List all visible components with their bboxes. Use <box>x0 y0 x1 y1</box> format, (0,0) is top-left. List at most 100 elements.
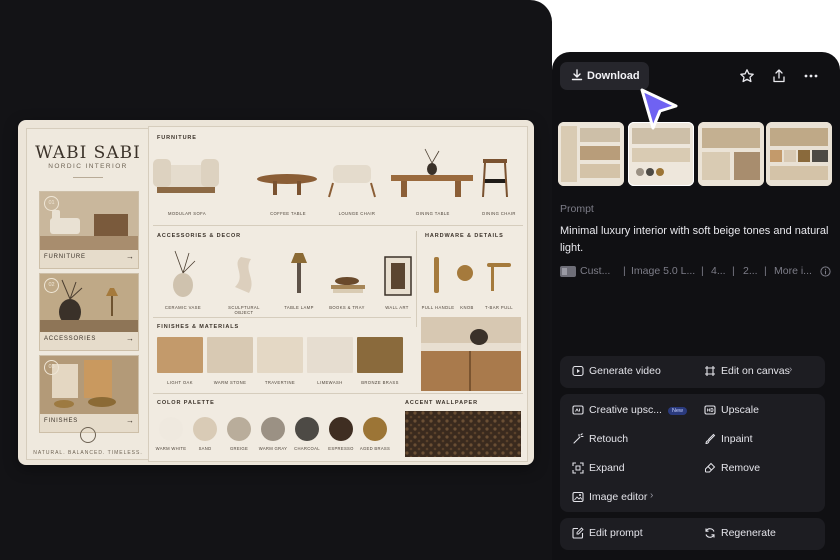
arrow-right-icon: → <box>126 416 134 425</box>
meta-divider: | <box>701 265 704 277</box>
inpaint-brush-icon <box>705 433 716 445</box>
palette-dot <box>193 417 217 441</box>
palette-dot <box>363 417 387 441</box>
action-group-prompt: Edit prompt Regenerate <box>560 518 825 550</box>
card-number: 03 <box>44 360 59 375</box>
board-title: WABI SABI <box>35 143 141 163</box>
remove-label: Remove <box>721 462 761 474</box>
image-editor-label: Image editor <box>589 491 648 503</box>
generation-meta: Cust... | Image 5.0 L... | 4... | 2... |… <box>560 265 832 279</box>
furniture-caption: LOUNGE CHAIR <box>338 211 376 216</box>
section-accessories: ACCESSORIES & DECOR <box>157 233 242 239</box>
board-card-furniture: 01 FURNITURE → <box>39 191 139 269</box>
expand-icon <box>572 462 584 474</box>
arrow-right-icon: → <box>126 252 134 261</box>
regenerate-icon <box>705 528 715 538</box>
variation-thumbnails <box>558 122 838 188</box>
section-furniture: FURNITURE <box>157 135 197 141</box>
download-icon <box>571 69 583 81</box>
download-label: Download <box>587 70 640 82</box>
prompt-text[interactable]: Minimal luxury interior with soft beige … <box>560 223 832 257</box>
card-number: 02 <box>44 278 59 293</box>
finish-swatch <box>357 337 403 373</box>
thumbnail[interactable] <box>766 122 832 186</box>
board-subtitle: NORDIC INTERIOR <box>48 163 128 170</box>
finish-caption: LIMEWASH <box>317 380 343 385</box>
card-number: 01 <box>44 196 59 211</box>
board-sidebar: WABI SABI NORDIC INTERIOR 01 FURNITURE → <box>26 128 150 460</box>
hardware-caption: T-BAR PULL <box>485 305 513 310</box>
board-tagline: NATURAL. BALANCED. TIMELESS. <box>33 450 143 456</box>
divider <box>153 225 523 226</box>
inpaint-label: Inpaint <box>721 433 753 445</box>
section-hardware: HARDWARE & DETAILS <box>425 233 504 239</box>
finish-caption: WARM STONE <box>213 380 247 385</box>
board-main: FURNITURE MODULAR SOFA COFFEE TABLE LOUN… <box>148 126 528 462</box>
section-finishes: FINISHES & MATERIALS <box>157 324 240 330</box>
meta-divider: | <box>623 265 626 277</box>
meta-size[interactable]: 2... <box>743 265 758 277</box>
edit-prompt-icon <box>572 527 584 539</box>
share-icon[interactable] <box>771 68 787 84</box>
finish-swatch <box>207 337 253 373</box>
accessory-caption: BOOKS & TRAY <box>329 305 365 310</box>
retouch-wand-icon <box>573 433 584 444</box>
thumbnail-preview <box>766 122 832 186</box>
info-icon[interactable] <box>820 266 831 277</box>
thumbnail-preview <box>698 122 764 186</box>
brand-emblem-icon <box>80 427 96 443</box>
expand-label: Expand <box>589 462 625 474</box>
finish-caption: TRAVERTINE <box>264 380 296 385</box>
generate-video-label: Generate video <box>589 365 661 377</box>
accessory-caption: TABLE LAMP <box>284 305 314 310</box>
canvas-icon <box>705 366 715 376</box>
divider <box>153 393 523 394</box>
action-group-video: Generate video Edit on canvas › <box>560 356 825 388</box>
more-options-icon[interactable] <box>803 68 819 84</box>
section-palette: COLOR PALETTE <box>157 400 215 406</box>
meta-more-info[interactable]: More i... <box>774 265 812 277</box>
creative-upscale-icon <box>572 405 584 415</box>
meta-model[interactable]: Image 5.0 L... <box>631 265 695 277</box>
prompt-label: Prompt <box>560 203 594 215</box>
palette-dot <box>159 417 183 441</box>
finish-swatch <box>157 337 203 373</box>
meta-style[interactable]: Cust... <box>580 265 610 277</box>
hd-icon <box>704 405 716 415</box>
arrow-right-icon: → <box>126 334 134 343</box>
accessory-caption: SCULPTURAL OBJECT <box>228 305 260 315</box>
upscale-label: Upscale <box>721 404 759 416</box>
edit-prompt-label: Edit prompt <box>589 527 643 539</box>
meta-divider: | <box>764 265 767 277</box>
chevron-right-icon: › <box>650 490 654 501</box>
image-editor-icon <box>572 491 584 503</box>
card-label: FURNITURE <box>44 254 86 260</box>
kitchen-photo <box>421 317 521 391</box>
furniture-caption: COFFEE TABLE <box>270 211 306 216</box>
image-details-panel: Download Prompt Minimal luxury interior … <box>552 52 840 560</box>
palette-caption: AGED BRASS <box>359 446 391 451</box>
palette-dot <box>261 417 285 441</box>
furniture-illustrations <box>153 148 508 198</box>
thumbnail[interactable] <box>558 122 624 186</box>
board-card-finishes: 03 FINISHES → <box>39 355 139 433</box>
mood-board-image[interactable]: WABI SABI NORDIC INTERIOR 01 FURNITURE → <box>18 120 534 465</box>
furniture-caption: MODULAR SOFA <box>167 211 207 216</box>
finish-swatch <box>307 337 353 373</box>
regenerate-label: Regenerate <box>721 527 776 539</box>
edit-on-canvas-label: Edit on canvas <box>721 365 790 377</box>
thumbnail[interactable] <box>698 122 764 186</box>
new-badge: New <box>668 407 688 415</box>
retouch-label: Retouch <box>589 433 629 445</box>
star-icon[interactable] <box>739 68 755 84</box>
meta-divider: | <box>732 265 735 277</box>
card-label: FINISHES <box>44 418 79 424</box>
finish-swatch <box>257 337 303 373</box>
style-reference-icon <box>560 266 576 277</box>
thumbnail-preview <box>558 122 624 186</box>
board-rule <box>73 177 103 178</box>
chevron-right-icon: › <box>789 364 793 375</box>
board-card-accessories: 02 ACCESSORIES → <box>39 273 139 351</box>
meta-aspect[interactable]: 4... <box>711 265 726 277</box>
accessory-caption: CERAMIC VASE <box>164 305 202 310</box>
